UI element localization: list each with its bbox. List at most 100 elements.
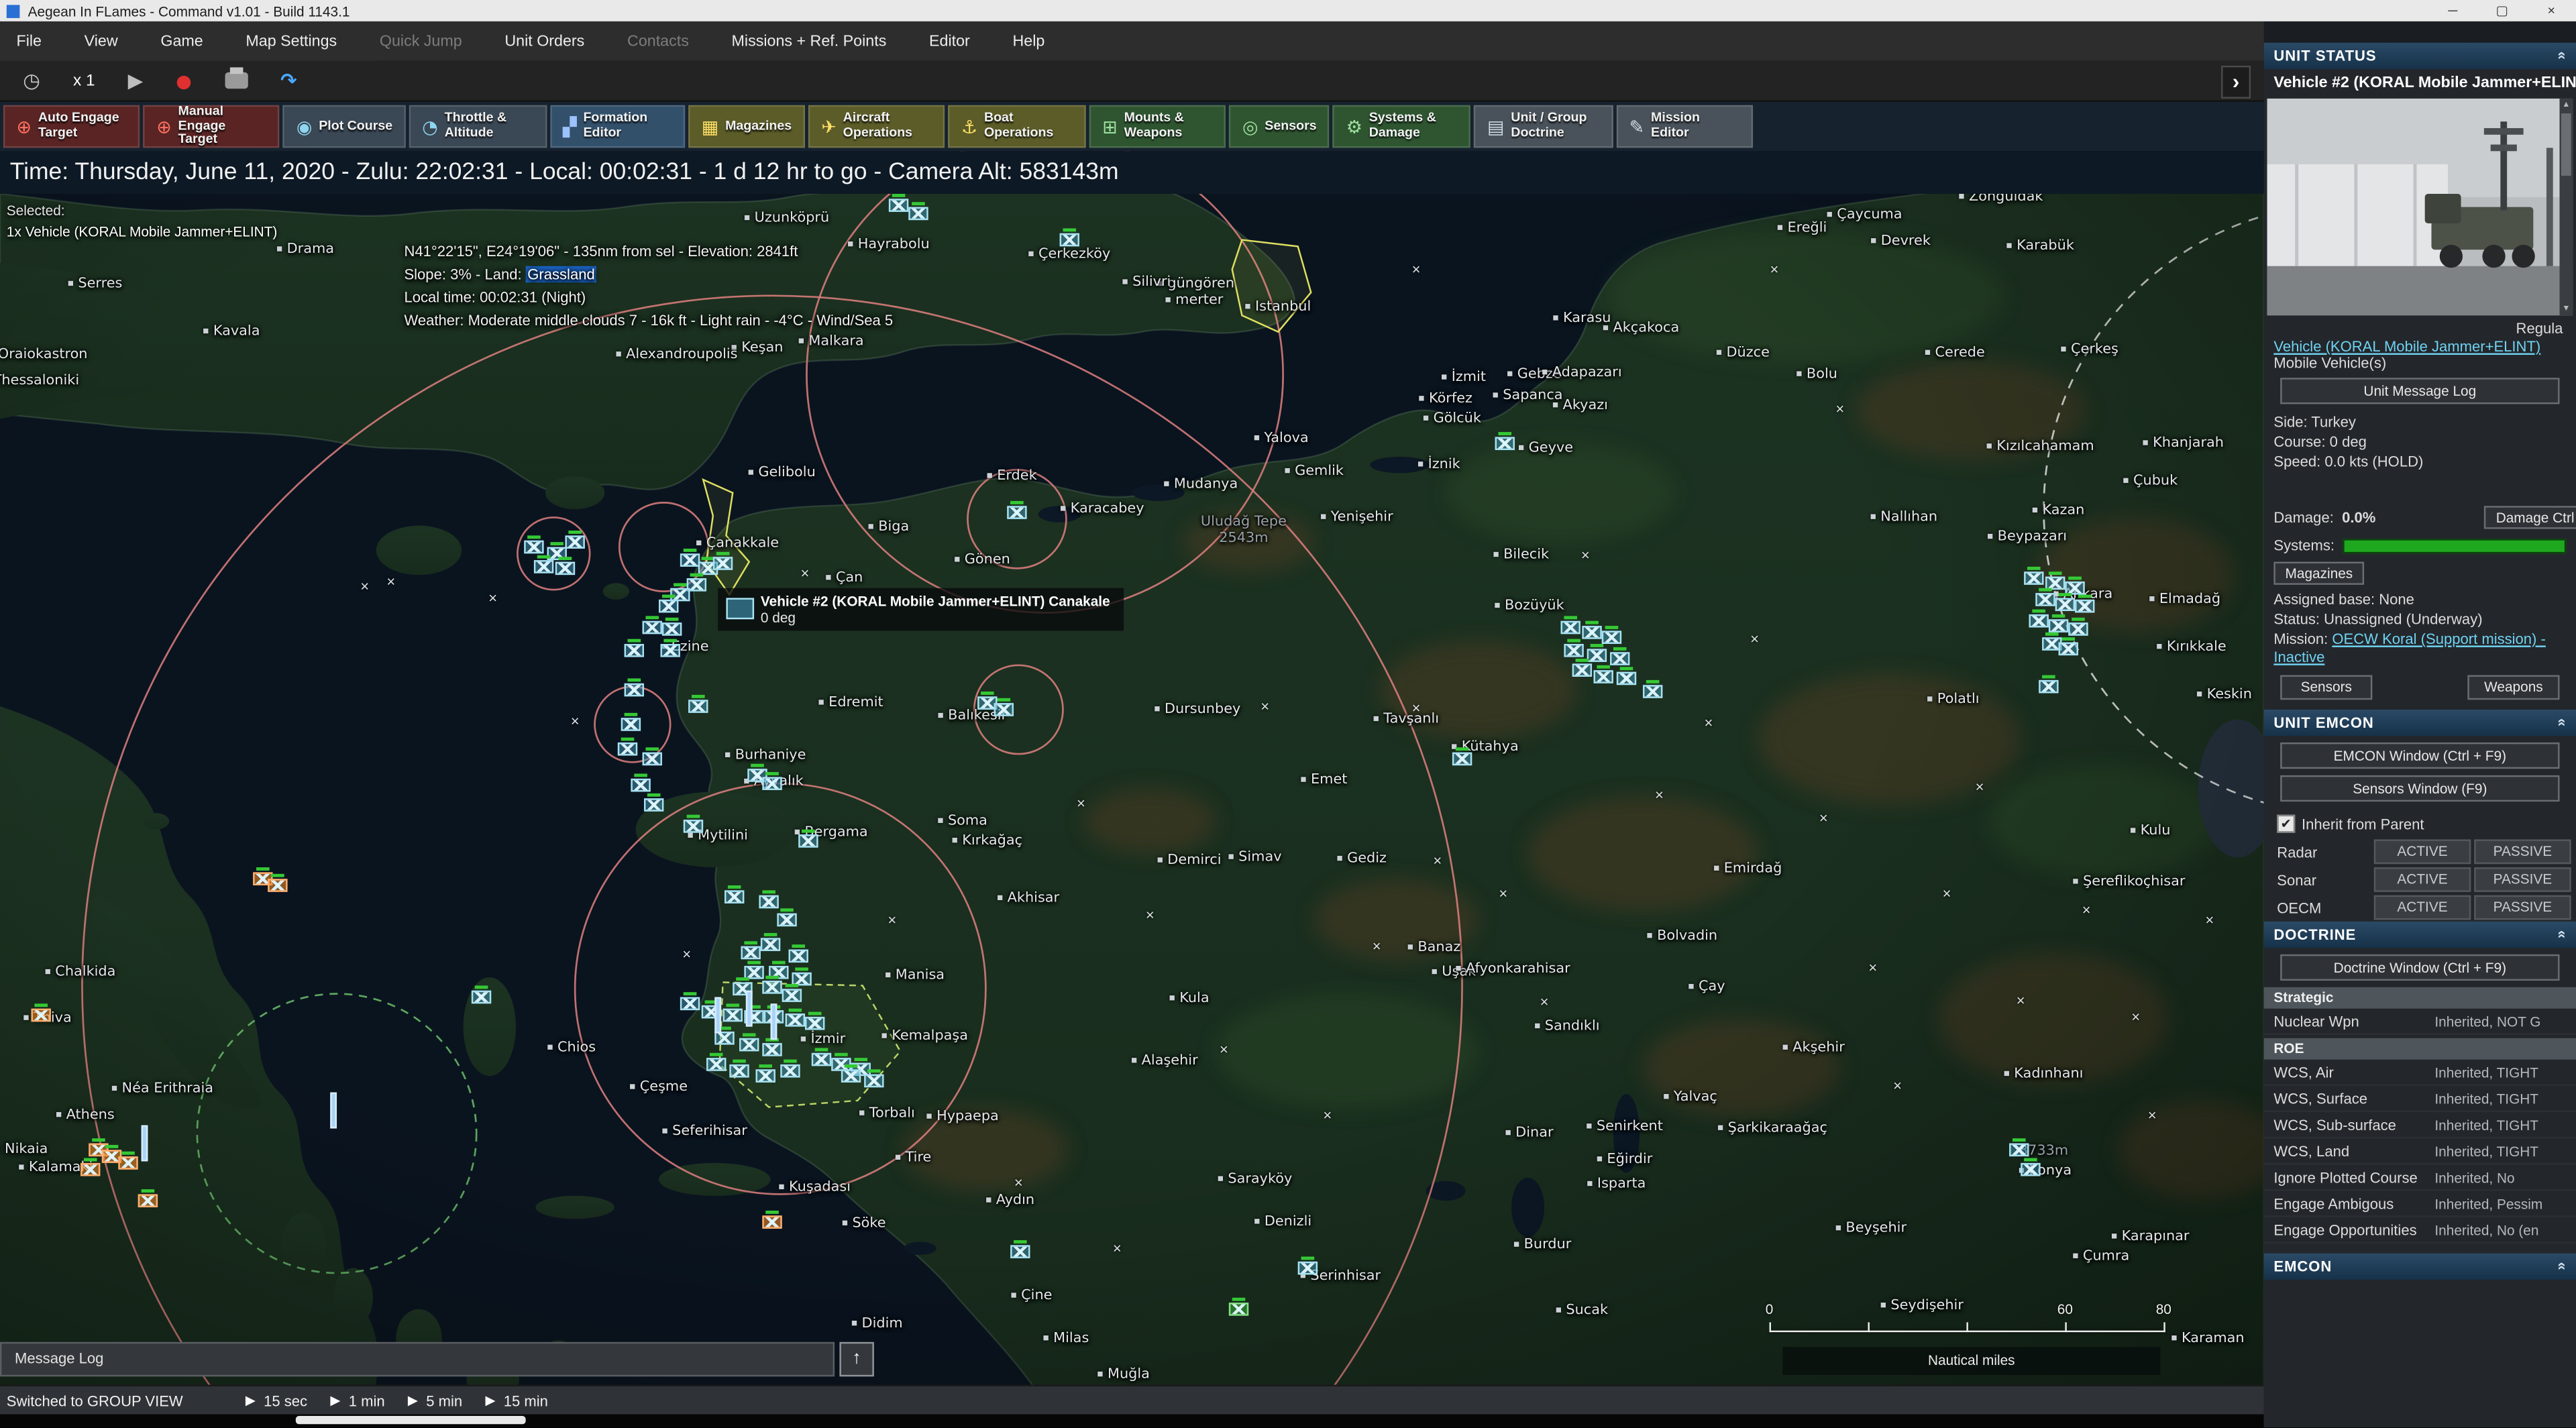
- inherit-from-parent-checkbox[interactable]: ✔ Inherit from Parent: [2264, 808, 2576, 838]
- doctrine-row-nuclear-wpn[interactable]: Nuclear Wpn Inherited, NOT G: [2263, 1009, 2576, 1035]
- unit-icon[interactable]: [2021, 1158, 2041, 1176]
- unit-icon[interactable]: [1610, 647, 1630, 665]
- maximize-button[interactable]: ▢: [2477, 3, 2526, 18]
- emcon-active-cell[interactable]: ACTIVE: [2373, 839, 2471, 865]
- unit-icon[interactable]: [2075, 594, 2095, 613]
- unit-icon[interactable]: [2048, 614, 2069, 633]
- unit-icon[interactable]: [555, 557, 576, 575]
- unit-icon[interactable]: [621, 712, 641, 731]
- panel-expand-arrow[interactable]: ›: [2221, 65, 2251, 99]
- unit-icon[interactable]: [745, 990, 753, 1027]
- speed-button-15-min[interactable]: ▶ 15 min: [485, 1392, 547, 1409]
- unit-icon[interactable]: [1564, 639, 1584, 657]
- button-manual-engage-target[interactable]: ⊕ Manual Engage Target: [143, 103, 280, 148]
- button-aircraft-operations[interactable]: ✈ Aircraft Operations: [808, 105, 945, 148]
- unit-icon[interactable]: [759, 890, 779, 909]
- menu-unit-orders[interactable]: Unit Orders: [504, 32, 584, 50]
- unit-icon[interactable]: [762, 1210, 782, 1229]
- unit-icon[interactable]: [798, 829, 818, 848]
- weapons-button[interactable]: Weapons: [2467, 675, 2560, 700]
- unit-icon[interactable]: [762, 1038, 782, 1056]
- unit-icon[interactable]: [714, 1026, 735, 1045]
- unit-icon[interactable]: [471, 985, 492, 1004]
- collapse-icon[interactable]: [2557, 1258, 2566, 1274]
- unit-icon[interactable]: [760, 933, 781, 951]
- menu-map-settings[interactable]: Map Settings: [246, 32, 337, 50]
- unit-icon[interactable]: [141, 1125, 148, 1162]
- unit-icon[interactable]: [80, 1158, 101, 1176]
- button-throttle-altitude[interactable]: ◔ Throttle & Altitude: [409, 105, 547, 148]
- button-sensors[interactable]: ◎ Sensors: [1229, 105, 1330, 148]
- unit-icon[interactable]: [780, 1059, 800, 1078]
- unit-icon[interactable]: [1642, 679, 1663, 698]
- menu-editor[interactable]: Editor: [929, 32, 970, 50]
- unit-icon[interactable]: [1495, 432, 1515, 451]
- redo-arrow-icon[interactable]: ↷: [280, 69, 297, 92]
- menu-help[interactable]: Help: [1012, 32, 1044, 50]
- doctrine-row-wcs-sub-surface[interactable]: WCS, Sub-surface Inherited, TIGHT: [2263, 1112, 2576, 1139]
- unit-icon[interactable]: [2039, 675, 2059, 694]
- unit-message-log-button[interactable]: Unit Message Log: [2280, 378, 2560, 404]
- unit-icon[interactable]: [755, 1064, 775, 1083]
- unit-icon[interactable]: [741, 941, 761, 960]
- collapse-icon[interactable]: [2557, 926, 2566, 942]
- close-button[interactable]: ×: [2527, 3, 2576, 18]
- unit-icon[interactable]: [660, 639, 680, 657]
- unit-icon[interactable]: [688, 694, 708, 713]
- unit-icon[interactable]: [714, 997, 722, 1034]
- unit-icon[interactable]: [2024, 566, 2044, 585]
- unit-icon[interactable]: [642, 616, 662, 635]
- unit-icon[interactable]: [1572, 659, 1593, 677]
- unit-icon[interactable]: [1059, 228, 1079, 247]
- unit-icon[interactable]: [805, 1011, 825, 1030]
- unit-icon[interactable]: [617, 737, 638, 756]
- button-systems-damage[interactable]: ⚙ Systems & Damage: [1333, 105, 1471, 148]
- unit-icon[interactable]: [565, 531, 585, 549]
- unit-icon[interactable]: [762, 772, 782, 790]
- unit-icon[interactable]: [712, 551, 733, 570]
- message-log-bar[interactable]: Message Log: [0, 1341, 835, 1377]
- unit-icon[interactable]: [729, 1059, 749, 1078]
- unit-icon[interactable]: [706, 1052, 727, 1071]
- unit-icon[interactable]: [1560, 616, 1580, 635]
- emcon-footer-header[interactable]: EMCON: [2263, 1253, 2576, 1280]
- unit-icon[interactable]: [811, 1048, 832, 1066]
- menu-missions-ref-points[interactable]: Missions + Ref. Points: [732, 32, 887, 50]
- unit-icon[interactable]: [888, 193, 909, 212]
- emcon-passive-cell[interactable]: PASSIVE: [2474, 839, 2571, 865]
- emcon-passive-cell[interactable]: PASSIVE: [2474, 867, 2571, 892]
- unit-status-header[interactable]: UNIT STATUS: [2263, 42, 2576, 69]
- unit-icon[interactable]: [1582, 620, 1602, 639]
- unit-icon[interactable]: [2055, 593, 2076, 612]
- photo-scrollbar[interactable]: ▲ ▼: [2559, 98, 2573, 316]
- unit-icon[interactable]: [722, 1003, 743, 1022]
- unit-icon[interactable]: [782, 983, 802, 1002]
- message-log-expand-button[interactable]: ↑: [839, 1341, 874, 1377]
- unit-icon[interactable]: [644, 793, 664, 812]
- unit-icon[interactable]: [739, 1033, 759, 1052]
- unit-emcon-header[interactable]: UNIT EMCON: [2263, 709, 2576, 736]
- doctrine-window-button[interactable]: Doctrine Window (Ctrl + F9): [2280, 954, 2560, 981]
- emcon-active-cell[interactable]: ACTIVE: [2373, 895, 2471, 920]
- collapse-icon[interactable]: [2557, 714, 2566, 730]
- unit-icon[interactable]: [1616, 667, 1637, 685]
- speed-button-15-sec[interactable]: ▶ 15 sec: [246, 1392, 307, 1409]
- unit-icon[interactable]: [770, 1003, 777, 1040]
- unit-icon[interactable]: [624, 639, 645, 657]
- unit-icon[interactable]: [788, 944, 808, 963]
- unit-icon[interactable]: [2058, 637, 2078, 656]
- selected-unit-tag[interactable]: Vehicle #2 (KORAL Mobile Jammer+ELINT) C…: [718, 588, 1124, 631]
- button-boat-operations[interactable]: ⚓ Boat Operations: [948, 105, 1086, 148]
- doctrine-header[interactable]: DOCTRINE: [2263, 921, 2576, 948]
- emcon-passive-cell[interactable]: PASSIVE: [2474, 895, 2571, 920]
- doctrine-row-wcs-air[interactable]: WCS, Air Inherited, TIGHT: [2263, 1060, 2576, 1086]
- record-icon[interactable]: ●: [176, 70, 192, 91]
- unit-icon[interactable]: [138, 1189, 158, 1208]
- sensors-window-button[interactable]: Sensors Window (F9): [2280, 775, 2560, 802]
- damage-ctrl-button[interactable]: Damage Ctrl: [2484, 506, 2576, 529]
- unit-icon[interactable]: [680, 992, 700, 1011]
- unit-icon[interactable]: [1601, 626, 1622, 645]
- doctrine-row-engage-opportunities[interactable]: Engage Opportunities Inherited, No (en: [2263, 1217, 2576, 1244]
- unit-icon[interactable]: [1007, 500, 1027, 519]
- unit-icon[interactable]: [2068, 617, 2088, 636]
